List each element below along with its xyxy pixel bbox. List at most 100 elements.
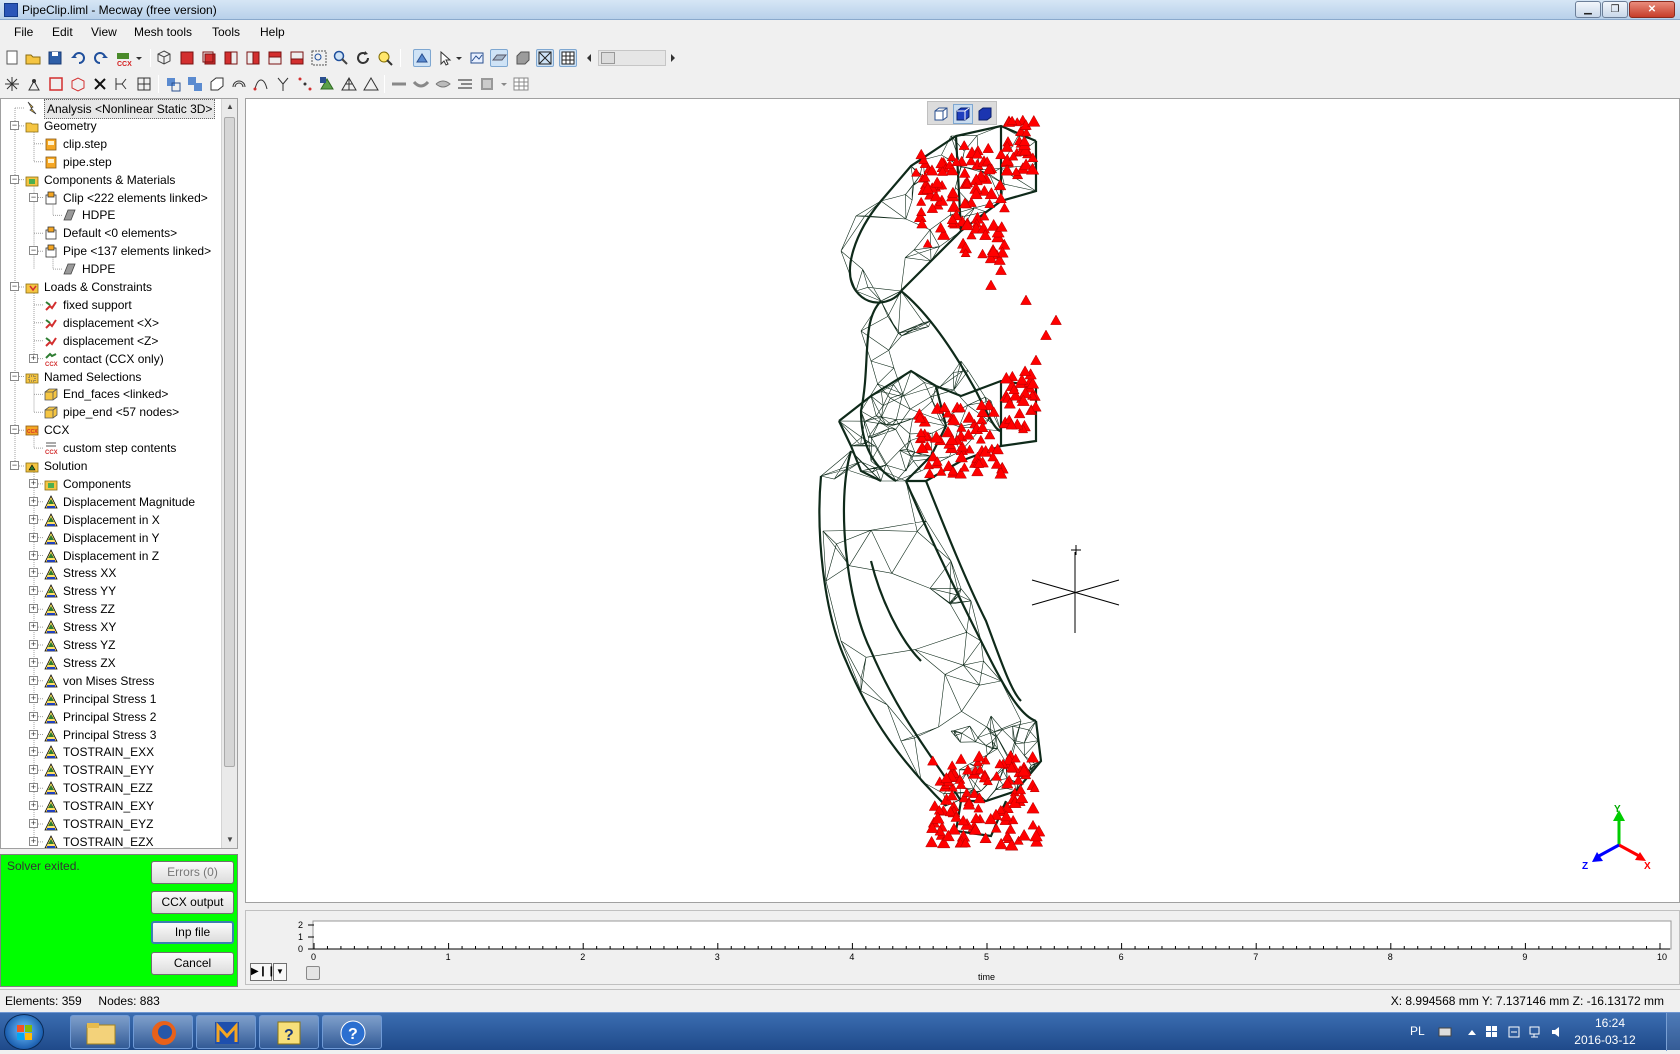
expand-icon[interactable]: +	[29, 496, 38, 506]
scatter-nodes-icon[interactable]	[296, 75, 314, 93]
zoom-icon[interactable]	[332, 49, 350, 67]
help-viewer-icon[interactable]: ?	[259, 1015, 319, 1049]
element-3d-icon[interactable]	[69, 75, 87, 93]
show-loads-icon[interactable]	[413, 49, 431, 67]
expand-icon[interactable]: +	[29, 353, 38, 363]
time-slider-thumb[interactable]	[306, 966, 320, 980]
tree-item-components-materials[interactable]: − Components & Materials	[1, 171, 221, 189]
solve-dropdown-icon[interactable]	[135, 49, 143, 67]
selection-mode-icon[interactable]	[437, 49, 455, 67]
zoom-box-icon[interactable]	[310, 49, 328, 67]
start-button[interactable]	[4, 1014, 44, 1050]
menu-mesh-tools[interactable]: Mesh tools	[134, 25, 192, 39]
ccx-output-button[interactable]: CCX output	[151, 891, 234, 914]
sweep-icon[interactable]	[252, 75, 270, 93]
tree-item-displacement-in-y[interactable]: + Displacement in Y	[1, 529, 221, 547]
refine-icon[interactable]	[135, 75, 153, 93]
expand-icon[interactable]: +	[29, 657, 38, 667]
expand-icon[interactable]: +	[29, 747, 38, 757]
tree-item-displacement-magnitude[interactable]: + Displacement Magnitude	[1, 493, 221, 511]
show-desktop-button[interactable]	[1666, 1013, 1680, 1051]
scroll-right-icon[interactable]	[668, 49, 678, 67]
save-icon[interactable]	[46, 49, 64, 67]
show-hidden-icons-icon[interactable]	[1465, 1025, 1479, 1039]
arc-icon[interactable]	[412, 75, 430, 93]
table-icon[interactable]	[512, 75, 530, 93]
render-wireframe-icon[interactable]	[536, 49, 554, 67]
expand-icon[interactable]: +	[29, 568, 38, 578]
shell-icon[interactable]	[434, 75, 452, 93]
firefox-icon[interactable]	[133, 1015, 193, 1049]
help-icon[interactable]: ?	[322, 1015, 382, 1049]
view-cube-wire-icon[interactable]	[932, 105, 950, 123]
view-iso-icon[interactable]	[155, 49, 173, 67]
tree-item-fixed-support[interactable]: fixed support	[1, 296, 221, 314]
expand-icon[interactable]: +	[29, 729, 38, 739]
move-icon[interactable]	[164, 75, 182, 93]
tree-item-hdpe[interactable]: HDPE	[1, 206, 221, 224]
tree-item-von-mises-stress[interactable]: + von Mises Stress	[1, 672, 221, 690]
menu-file[interactable]: File	[14, 25, 33, 39]
expand-icon[interactable]: +	[29, 622, 38, 632]
render-solid-icon[interactable]	[514, 49, 532, 67]
3d-viewport[interactable]: Y X Z	[245, 98, 1680, 903]
tree-item-ccx[interactable]: − CCX CCX	[1, 421, 221, 439]
tree-item-clip-step[interactable]: clip.step	[1, 135, 221, 153]
menu-help[interactable]: Help	[260, 25, 285, 39]
menu-view[interactable]: View	[91, 25, 117, 39]
line-icon[interactable]	[390, 75, 408, 93]
tree-item-analysis-nonlinear-static-3d[interactable]: Analysis <Nonlinear Static 3D>	[1, 99, 221, 119]
scroll-up-arrow-icon[interactable]: ▲	[222, 99, 237, 115]
expand-icon[interactable]: +	[29, 836, 38, 846]
render-mesh-icon[interactable]	[559, 49, 577, 67]
view-right-icon[interactable]	[244, 49, 262, 67]
tree-item-displacement-z[interactable]: displacement <Z>	[1, 332, 221, 350]
render-smooth-icon[interactable]	[490, 49, 508, 67]
tree-item-stress-zz[interactable]: + Stress ZZ	[1, 600, 221, 618]
tree-item-stress-xx[interactable]: + Stress XX	[1, 564, 221, 582]
expand-icon[interactable]: +	[29, 532, 38, 542]
view-bottom-icon[interactable]	[288, 49, 306, 67]
tree-item-solution[interactable]: − Solution	[1, 457, 221, 475]
triangle-icon[interactable]	[362, 75, 380, 93]
menu-edit[interactable]: Edit	[52, 25, 73, 39]
tree-item-hdpe[interactable]: HDPE	[1, 260, 221, 278]
delete-icon[interactable]	[91, 75, 109, 93]
redo-icon[interactable]	[92, 49, 110, 67]
triangle-mesh-icon[interactable]	[340, 75, 358, 93]
scrollbar-thumb[interactable]	[224, 117, 235, 767]
align-icon[interactable]	[456, 75, 474, 93]
clock-time[interactable]: 16:24	[1580, 1016, 1640, 1030]
view-back-icon[interactable]	[200, 49, 218, 67]
rotate-icon[interactable]	[354, 49, 372, 67]
tree-item-named-selections[interactable]: − Named Selections	[1, 368, 221, 386]
flag-icon[interactable]	[1485, 1025, 1499, 1039]
collapse-icon[interactable]: −	[10, 120, 19, 130]
play-dropdown-button[interactable]: ▼	[273, 963, 287, 981]
tree-item-components[interactable]: + Components	[1, 475, 221, 493]
play-pause-button[interactable]: ▶❙❙	[250, 963, 275, 981]
tree-item-default-0-elements[interactable]: Default <0 elements>	[1, 224, 221, 242]
tree-item-clip-222-elements-linked[interactable]: − Clip <222 elements linked>	[1, 189, 221, 207]
tree-item-stress-yy[interactable]: + Stress YY	[1, 582, 221, 600]
revolve-icon[interactable]	[230, 75, 248, 93]
scroll-down-arrow-icon[interactable]: ▼	[222, 832, 237, 848]
expand-icon[interactable]: +	[29, 711, 38, 721]
tree-item-tostrain-ezz[interactable]: + TOSTRAIN_EZZ	[1, 779, 221, 797]
collapse-icon[interactable]: −	[10, 282, 19, 291]
tree-item-tostrain-exx[interactable]: + TOSTRAIN_EXX	[1, 743, 221, 761]
tree-item-stress-xy[interactable]: + Stress XY	[1, 618, 221, 636]
split-icon[interactable]	[113, 75, 131, 93]
volume-icon[interactable]	[1550, 1025, 1564, 1039]
undo-icon[interactable]	[69, 49, 87, 67]
tray-app-icon[interactable]	[1507, 1025, 1521, 1039]
collapse-icon[interactable]: −	[29, 246, 38, 256]
clock-date[interactable]: 2016-03-12	[1570, 1033, 1640, 1047]
layers-dropdown-icon[interactable]	[500, 75, 508, 93]
mecway-icon[interactable]	[196, 1015, 256, 1049]
expand-icon[interactable]: +	[29, 478, 38, 488]
restore-button[interactable]: ❐	[1602, 1, 1628, 18]
view-front-icon[interactable]	[178, 49, 196, 67]
solve-icon[interactable]: CCX	[115, 49, 133, 67]
language-indicator[interactable]: PL	[1410, 1024, 1425, 1038]
